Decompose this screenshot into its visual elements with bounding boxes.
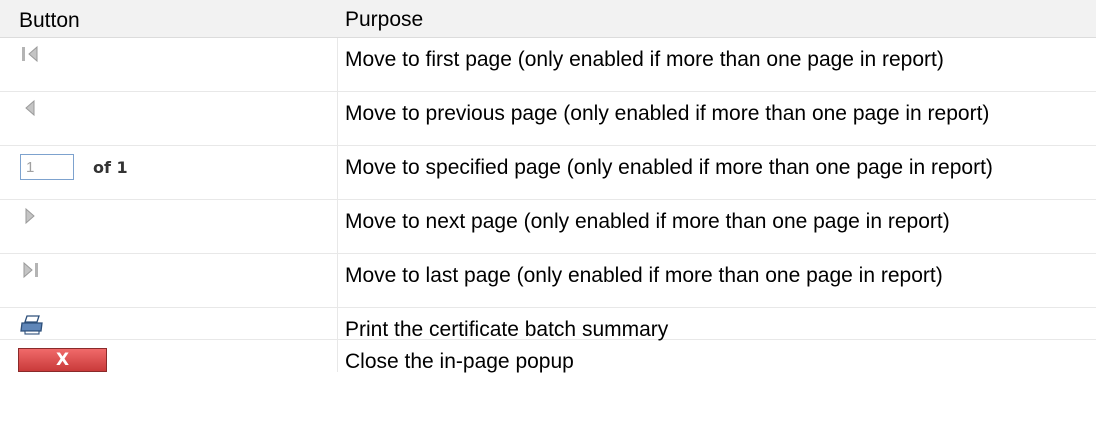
first-page-icon[interactable] (20, 44, 337, 64)
next-page-icon[interactable] (20, 206, 337, 226)
table-row: Print the certificate batch summary (0, 308, 1096, 341)
close-icon: X (55, 350, 70, 370)
table-row: of 1 Move to specified page (only enable… (0, 146, 1096, 200)
table-header: Button Purpose (0, 0, 1096, 38)
previous-page-icon[interactable] (20, 98, 337, 118)
purpose-text: Move to first page (only enabled if more… (345, 48, 944, 71)
table-row: Move to next page (only enabled if more … (0, 200, 1096, 254)
button-cell (0, 200, 338, 253)
table-row: X Close the in-page popup (0, 340, 1096, 373)
button-cell (0, 308, 338, 339)
button-cell (0, 254, 338, 307)
button-cell (0, 92, 338, 145)
button-cell: X (0, 340, 338, 372)
purpose-text: Move to last page (only enabled if more … (345, 264, 943, 287)
button-purpose-table: Button Purpose Move to first page (only … (0, 0, 1096, 373)
purpose-text: Move to next page (only enabled if more … (345, 210, 950, 233)
button-cell: of 1 (0, 146, 338, 199)
purpose-text: Close the in-page popup (345, 350, 574, 373)
page-number-input[interactable] (20, 154, 74, 180)
page-of-label: of 1 (93, 157, 128, 177)
purpose-text: Move to specified page (only enabled if … (345, 156, 993, 179)
button-cell (0, 38, 338, 91)
table-row: Move to last page (only enabled if more … (0, 254, 1096, 308)
purpose-text: Move to previous page (only enabled if m… (345, 102, 990, 125)
print-icon[interactable] (20, 314, 337, 336)
table-row: Move to first page (only enabled if more… (0, 38, 1096, 92)
header-purpose: Purpose (345, 8, 424, 31)
last-page-icon[interactable] (20, 260, 337, 280)
close-button[interactable]: X (18, 348, 107, 372)
header-purpose-cell: Purpose (338, 0, 1096, 37)
header-button-cell: Button (0, 0, 338, 37)
purpose-text: Print the certificate batch summary (345, 318, 669, 341)
table-row: Move to previous page (only enabled if m… (0, 92, 1096, 146)
header-button: Button (19, 9, 80, 32)
page-control: of 1 (20, 154, 337, 180)
